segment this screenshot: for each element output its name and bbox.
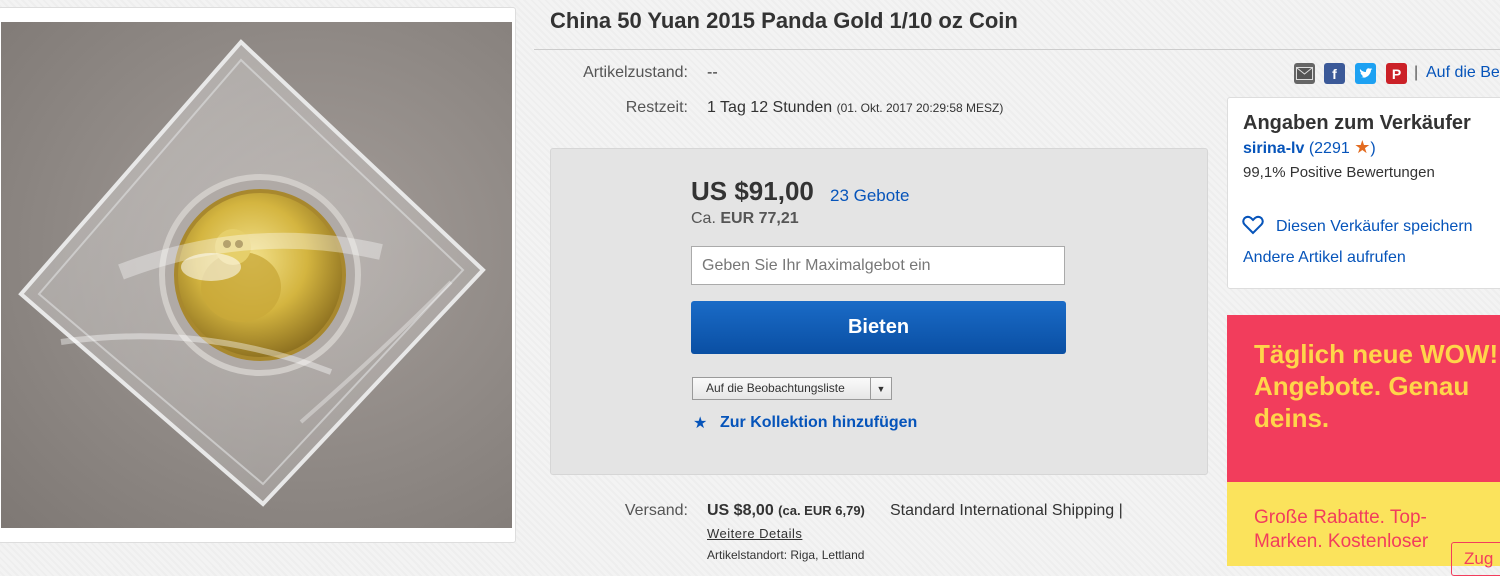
seller-score[interactable]: (2291 ★) [1309,137,1376,157]
twitter-icon[interactable] [1355,63,1376,84]
location-label: Artikelstandort: [707,548,788,562]
shipping-label: Versand: [624,502,688,519]
facebook-icon[interactable]: f [1324,63,1345,84]
coin-in-capsule-image [18,39,486,507]
image-panel [0,7,516,543]
time-left-value: 1 Tag 12 Stunden (01. Okt. 2017 20:29:58… [707,99,1003,117]
seller-name-link[interactable]: sirina-lv [1243,140,1304,157]
max-bid-input[interactable] [691,246,1065,285]
shipping-price-value: US $8,00 [707,502,774,519]
shipping-details-link[interactable]: Weitere Details [707,526,802,541]
title-divider [534,49,1500,50]
shipping-method: Standard International Shipping | [890,502,1123,519]
product-photo[interactable] [1,22,512,528]
chevron-down-icon[interactable]: ▼ [870,378,891,399]
star-icon: ★ [1354,137,1371,157]
pinterest-icon[interactable]: P [1386,63,1407,84]
watchlist-dropdown-label[interactable]: Auf die Beobachtungsliste [693,378,870,399]
auction-end-time: (01. Okt. 2017 20:29:58 MESZ) [836,101,1004,115]
mail-icon[interactable] [1294,63,1315,84]
shipping-converted: (ca. EUR 6,79) [778,503,865,518]
ad-subline: Große Rabatte. Top-Marken. Kostenloser [1254,507,1429,552]
star-icon: ★ [693,415,708,432]
watchlist-link[interactable]: Auf die Be [1426,64,1500,82]
share-separator: | [1414,64,1419,81]
condition-value: -- [707,64,718,81]
time-left-label: Restzeit: [625,99,688,116]
place-bid-button[interactable]: Bieten [691,301,1066,354]
ad-headline: Täglich neue WOW! Angebote. Genau deins. [1254,339,1499,433]
time-left-duration: 1 Tag 12 Stunden [707,99,833,116]
converted-value: EUR 77,21 [720,210,799,227]
shipping-price: US $8,00 (ca. EUR 6,79) [707,502,865,520]
seller-line: sirina-lv (2291 ★) [1243,137,1376,158]
bid-count-link[interactable]: 23 Gebote [830,186,909,206]
current-price: US $91,00 [691,176,814,206]
save-seller-link[interactable]: Diesen Verkäufer speichern [1276,218,1473,236]
heart-icon[interactable] [1242,215,1264,240]
item-location: Artikelstandort: Riga, Lettland [707,548,864,562]
converted-price: Ca. EUR 77,21 [691,210,799,228]
other-items-link[interactable]: Andere Artikel aufrufen [1243,249,1406,267]
converted-prefix: Ca. [691,210,716,227]
location-value: Riga, Lettland [790,548,865,562]
positive-feedback: 99,1% Positive Bewertungen [1243,164,1435,181]
ad-button[interactable]: Zug [1451,542,1500,576]
seller-heading: Angaben zum Verkäufer [1243,112,1471,134]
watchlist-dropdown[interactable]: Auf die Beobachtungsliste ▼ [692,377,892,400]
add-to-collection-link[interactable]: Zur Kollektion hinzufügen [720,414,917,432]
page-title: China 50 Yuan 2015 Panda Gold 1/10 oz Co… [550,8,1018,33]
condition-label: Artikelzustand: [583,64,688,81]
